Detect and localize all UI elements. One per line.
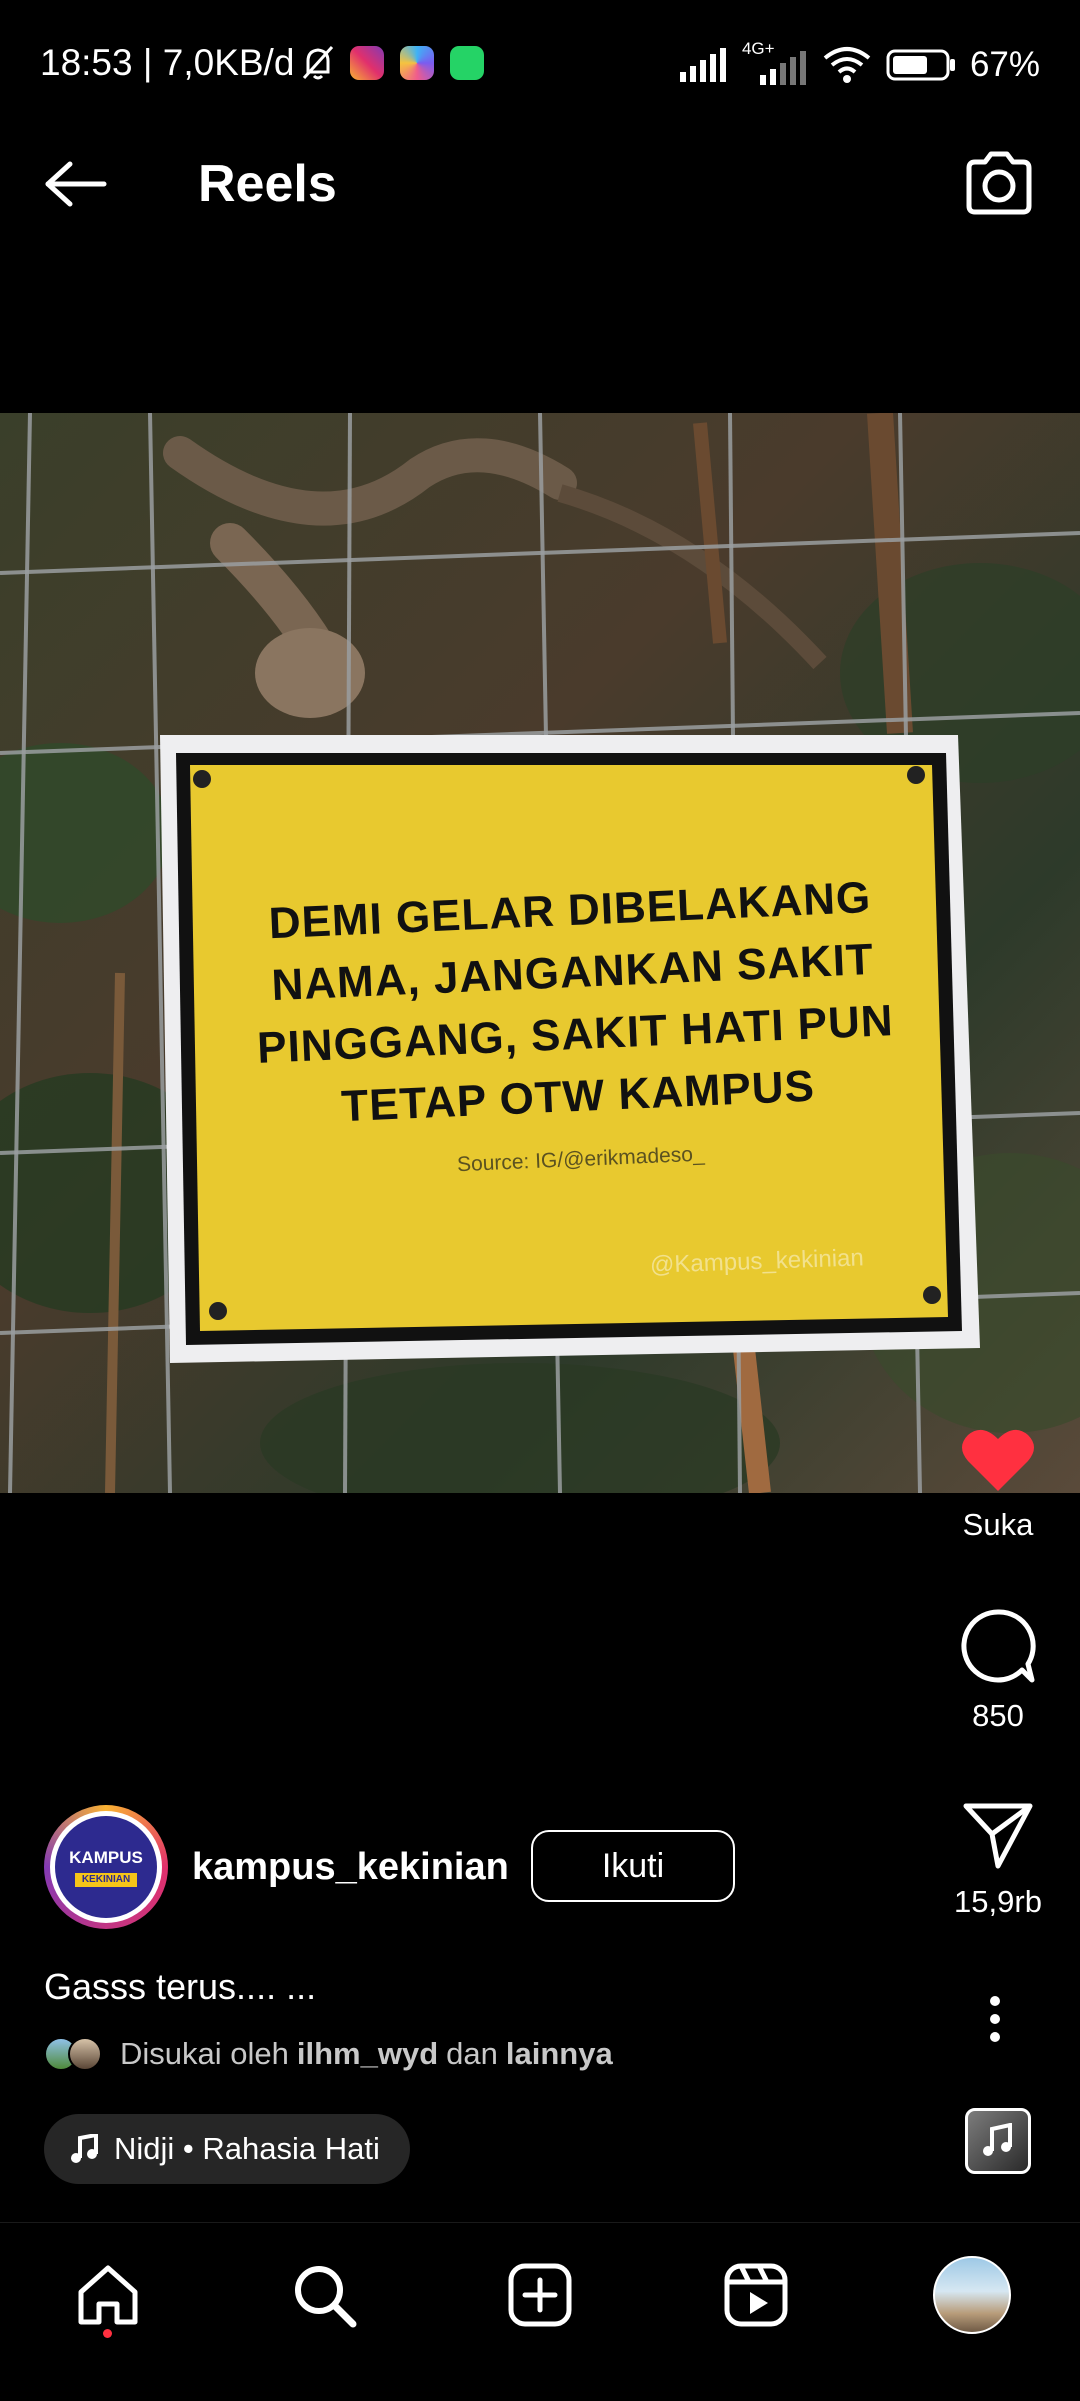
reels-icon: [724, 2263, 788, 2327]
music-pill[interactable]: Nidji • Rahasia Hati: [44, 2114, 410, 2184]
status-right-group: 4G+ 67%: [678, 39, 1040, 90]
back-button[interactable]: [40, 148, 112, 220]
avatar-logo-sub: KEKINIAN: [75, 1873, 137, 1887]
music-label: Nidji • Rahasia Hati: [114, 2131, 380, 2166]
liked-by-user[interactable]: ilhm_wyd: [297, 2036, 438, 2072]
heart-filled-icon[interactable]: [960, 1425, 1036, 1493]
camera-button[interactable]: [958, 142, 1040, 224]
author-username[interactable]: kampus_kekinian: [192, 1846, 509, 1889]
signal-icon: [679, 48, 726, 82]
caption[interactable]: Gasss terus.... ...: [44, 1966, 316, 2008]
arrow-left-icon: [45, 161, 107, 207]
wifi-icon: [823, 47, 871, 83]
status-time: 18:53 | 7,0KB/d: [40, 42, 295, 83]
nav-reels[interactable]: [716, 2255, 796, 2335]
more-vertical-icon: [990, 1996, 1000, 2042]
status-bar: 18:53 | 7,0KB/d 4G+ 67%: [0, 0, 1080, 130]
audio-thumbnail[interactable]: [965, 2108, 1031, 2174]
share-action[interactable]: 15,9rb: [938, 1800, 1058, 1920]
music-note-icon: [983, 2123, 1012, 2156]
camera-icon: [966, 151, 1032, 215]
create-icon: [508, 2263, 572, 2327]
mute-bell-icon: [302, 45, 334, 80]
share-count: 15,9rb: [954, 1884, 1042, 1919]
comment-icon[interactable]: [960, 1608, 1036, 1684]
author-avatar[interactable]: KAMPUS KEKINIAN: [44, 1805, 168, 1929]
avatar-logo-text: KAMPUS: [69, 1848, 143, 1867]
send-icon[interactable]: [962, 1800, 1034, 1870]
follow-button[interactable]: Ikuti: [531, 1830, 735, 1902]
nav-create[interactable]: [500, 2255, 580, 2335]
avatar-ring-inner: KAMPUS KEKINIAN: [50, 1811, 162, 1923]
more-options-button[interactable]: [965, 1995, 1025, 2045]
battery-icon: [886, 49, 955, 81]
liked-by-prefix: Disukai oleh: [120, 2036, 289, 2071]
comment-count: 850: [972, 1698, 1024, 1733]
like-action[interactable]: Suka: [938, 1425, 1058, 1543]
nav-search[interactable]: [284, 2255, 364, 2335]
kampus-logo: KAMPUS KEKINIAN: [55, 1816, 157, 1918]
liked-by-middle: dan: [446, 2036, 498, 2071]
liked-by-row[interactable]: Disukai oleh ilhm_wyd dan lainnya: [44, 2036, 613, 2072]
music-note-icon: [71, 2134, 98, 2163]
liker-avatar-2: [68, 2037, 102, 2071]
battery-percent: 67%: [969, 45, 1040, 84]
instagram-app-icon: [350, 46, 384, 80]
search-icon: [295, 2266, 357, 2328]
nav-profile[interactable]: [932, 2255, 1012, 2335]
pinwheel-app-icon: [400, 46, 434, 80]
home-icon: [78, 2265, 138, 2325]
profile-avatar: [933, 2256, 1011, 2334]
bottom-nav: [0, 2222, 1080, 2401]
page-title: Reels: [198, 155, 337, 213]
sign-text: DEMI GELAR DIBELAKANG NAMA, JANGANKAN SA…: [249, 866, 901, 1186]
nav-home[interactable]: [68, 2255, 148, 2335]
network-signal: 4G+: [742, 39, 808, 85]
sign-main-text: DEMI GELAR DIBELAKANG NAMA, JANGANKAN SA…: [249, 866, 899, 1142]
liked-by-others[interactable]: lainnya: [506, 2036, 613, 2072]
home-notification-dot: [103, 2329, 112, 2338]
signal-icon-2: [759, 51, 806, 85]
whatsapp-app-icon: [450, 46, 484, 80]
comment-action[interactable]: 850: [938, 1608, 1058, 1734]
like-label: Suka: [962, 1507, 1034, 1542]
